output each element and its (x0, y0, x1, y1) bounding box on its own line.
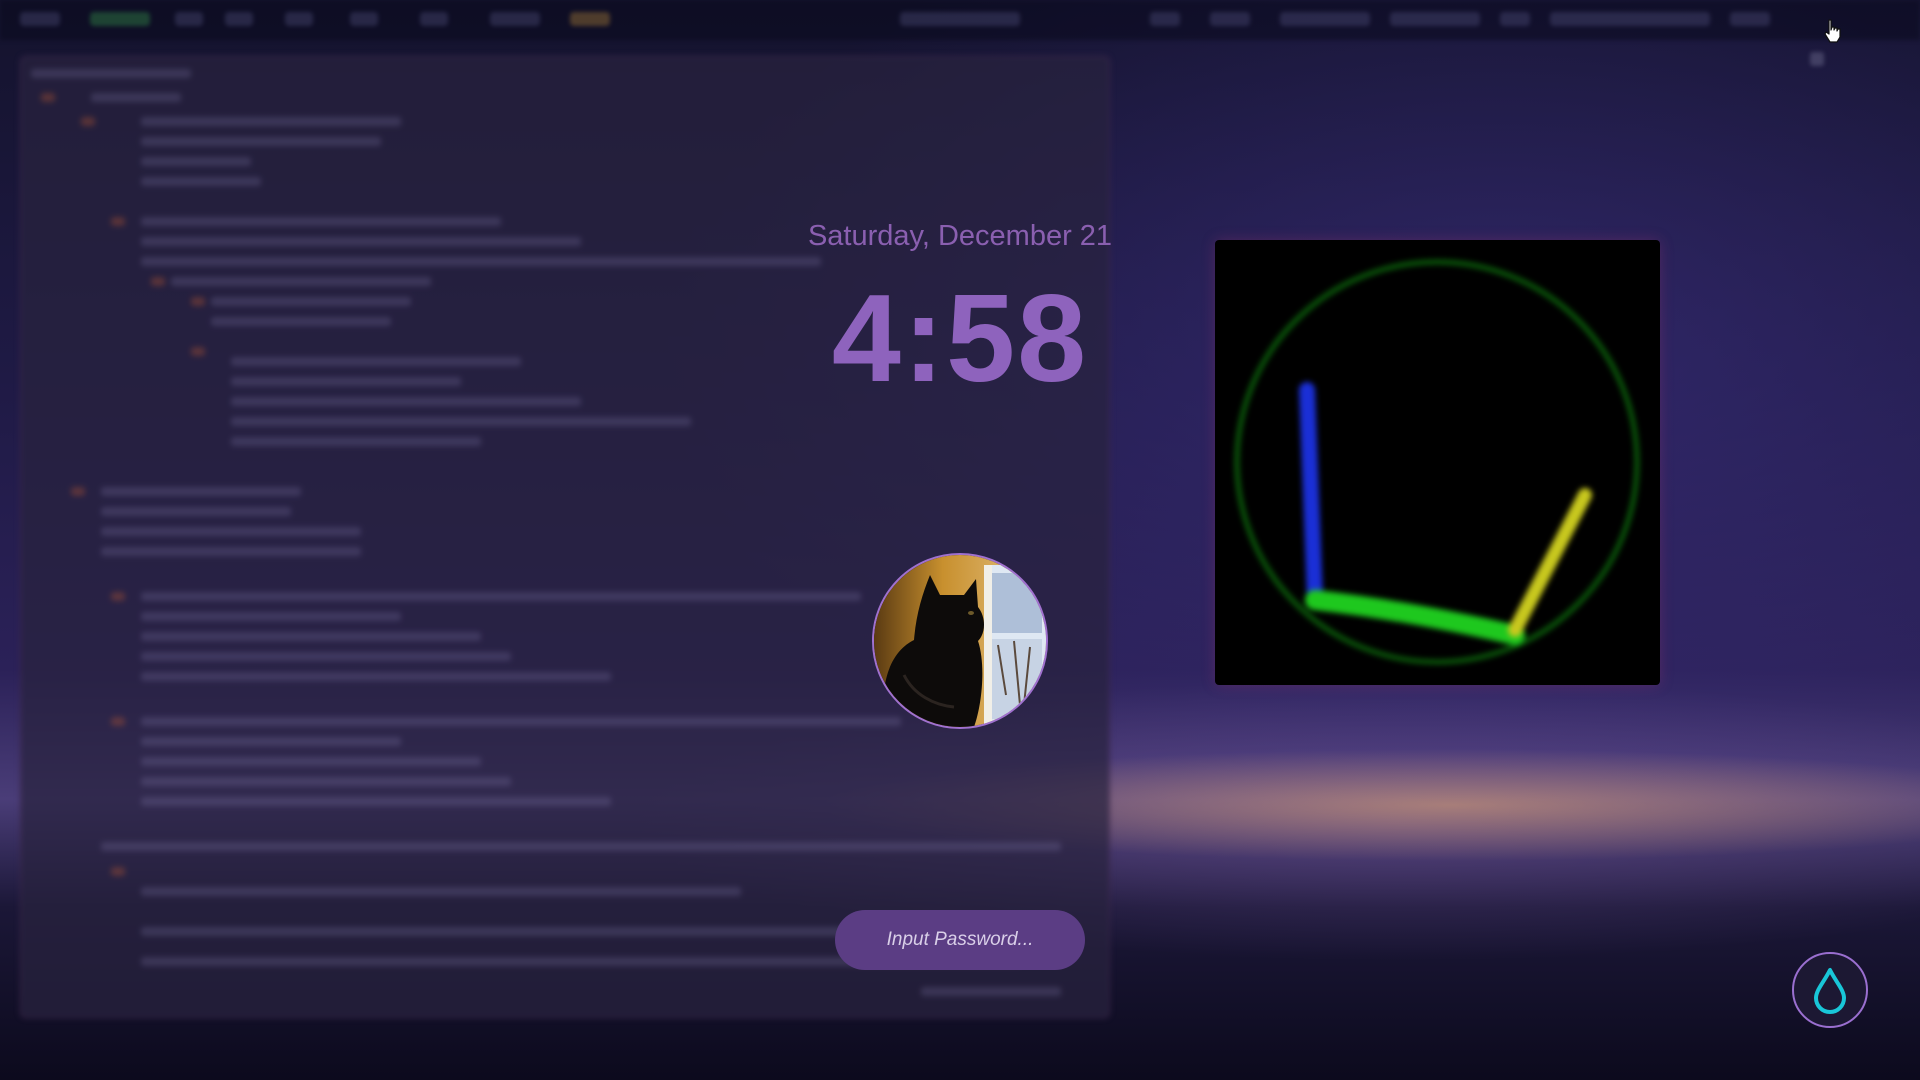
panel-item (570, 12, 610, 26)
visualizer-ring (1234, 259, 1640, 665)
code-line (141, 737, 401, 746)
droplet-button[interactable] (1792, 952, 1868, 1028)
droplet-icon (1814, 968, 1846, 1014)
code-line (141, 237, 581, 246)
code-line (91, 93, 181, 102)
code-line (141, 887, 741, 896)
code-line (101, 842, 1061, 851)
code-line (101, 547, 361, 556)
panel-item (900, 12, 1020, 26)
panel-item (490, 12, 540, 26)
code-marker (191, 347, 205, 356)
code-line (141, 797, 611, 806)
tray-icon (1810, 52, 1824, 66)
panel-item (20, 12, 60, 26)
code-marker (41, 93, 55, 102)
code-line (141, 137, 381, 146)
code-line (141, 177, 261, 186)
panel-item (420, 12, 448, 26)
panel-item (175, 12, 203, 26)
lock-date: Saturday, December 21 (807, 220, 1113, 252)
code-marker (111, 592, 125, 601)
code-line (231, 377, 461, 386)
hand-pointer-icon (1824, 19, 1841, 43)
code-line (141, 612, 401, 621)
code-line (141, 592, 861, 601)
visualizer-green-bar (1305, 590, 1525, 645)
code-line (141, 217, 501, 226)
code-line (231, 357, 521, 366)
panel-item (1730, 12, 1770, 26)
code-line (141, 117, 401, 126)
code-marker (71, 487, 85, 496)
panel-item (1210, 12, 1250, 26)
code-marker (81, 117, 95, 126)
code-marker (151, 277, 165, 286)
user-avatar (872, 553, 1048, 729)
code-line (141, 672, 611, 681)
code-line (141, 632, 481, 641)
panel-item (1150, 12, 1180, 26)
code-line (231, 437, 481, 446)
panel-item (1500, 12, 1530, 26)
code-line (101, 507, 291, 516)
code-line (211, 297, 411, 306)
code-line (31, 69, 191, 78)
panel-item (1550, 12, 1710, 26)
code-marker (191, 297, 205, 306)
code-marker (111, 717, 125, 726)
code-line (141, 157, 251, 166)
panel-item (285, 12, 313, 26)
top-panel (0, 0, 1920, 40)
code-line (141, 717, 901, 726)
code-line (101, 527, 361, 536)
lock-clock: 4:58 (831, 270, 1089, 408)
code-line (141, 777, 511, 786)
panel-item (225, 12, 253, 26)
code-line (231, 417, 691, 426)
cat-avatar-image (874, 555, 1046, 727)
code-marker (111, 217, 125, 226)
audio-visualizer-window (1215, 240, 1660, 685)
code-line (141, 757, 481, 766)
password-input[interactable] (843, 928, 1077, 952)
code-marker (111, 867, 125, 876)
panel-item (350, 12, 378, 26)
panel-item (1390, 12, 1480, 26)
visualizer-graphic (1234, 259, 1640, 665)
code-line (141, 652, 511, 661)
code-line (101, 487, 301, 496)
code-line (211, 317, 391, 326)
blurred-editor-window (20, 56, 1110, 1018)
panel-item (1280, 12, 1370, 26)
panel-item (90, 12, 150, 26)
code-line (921, 987, 1061, 996)
code-line (141, 257, 821, 266)
code-line (231, 397, 581, 406)
code-line (171, 277, 431, 286)
visualizer-blue-bar (1299, 382, 1323, 608)
password-field[interactable] (835, 910, 1085, 970)
